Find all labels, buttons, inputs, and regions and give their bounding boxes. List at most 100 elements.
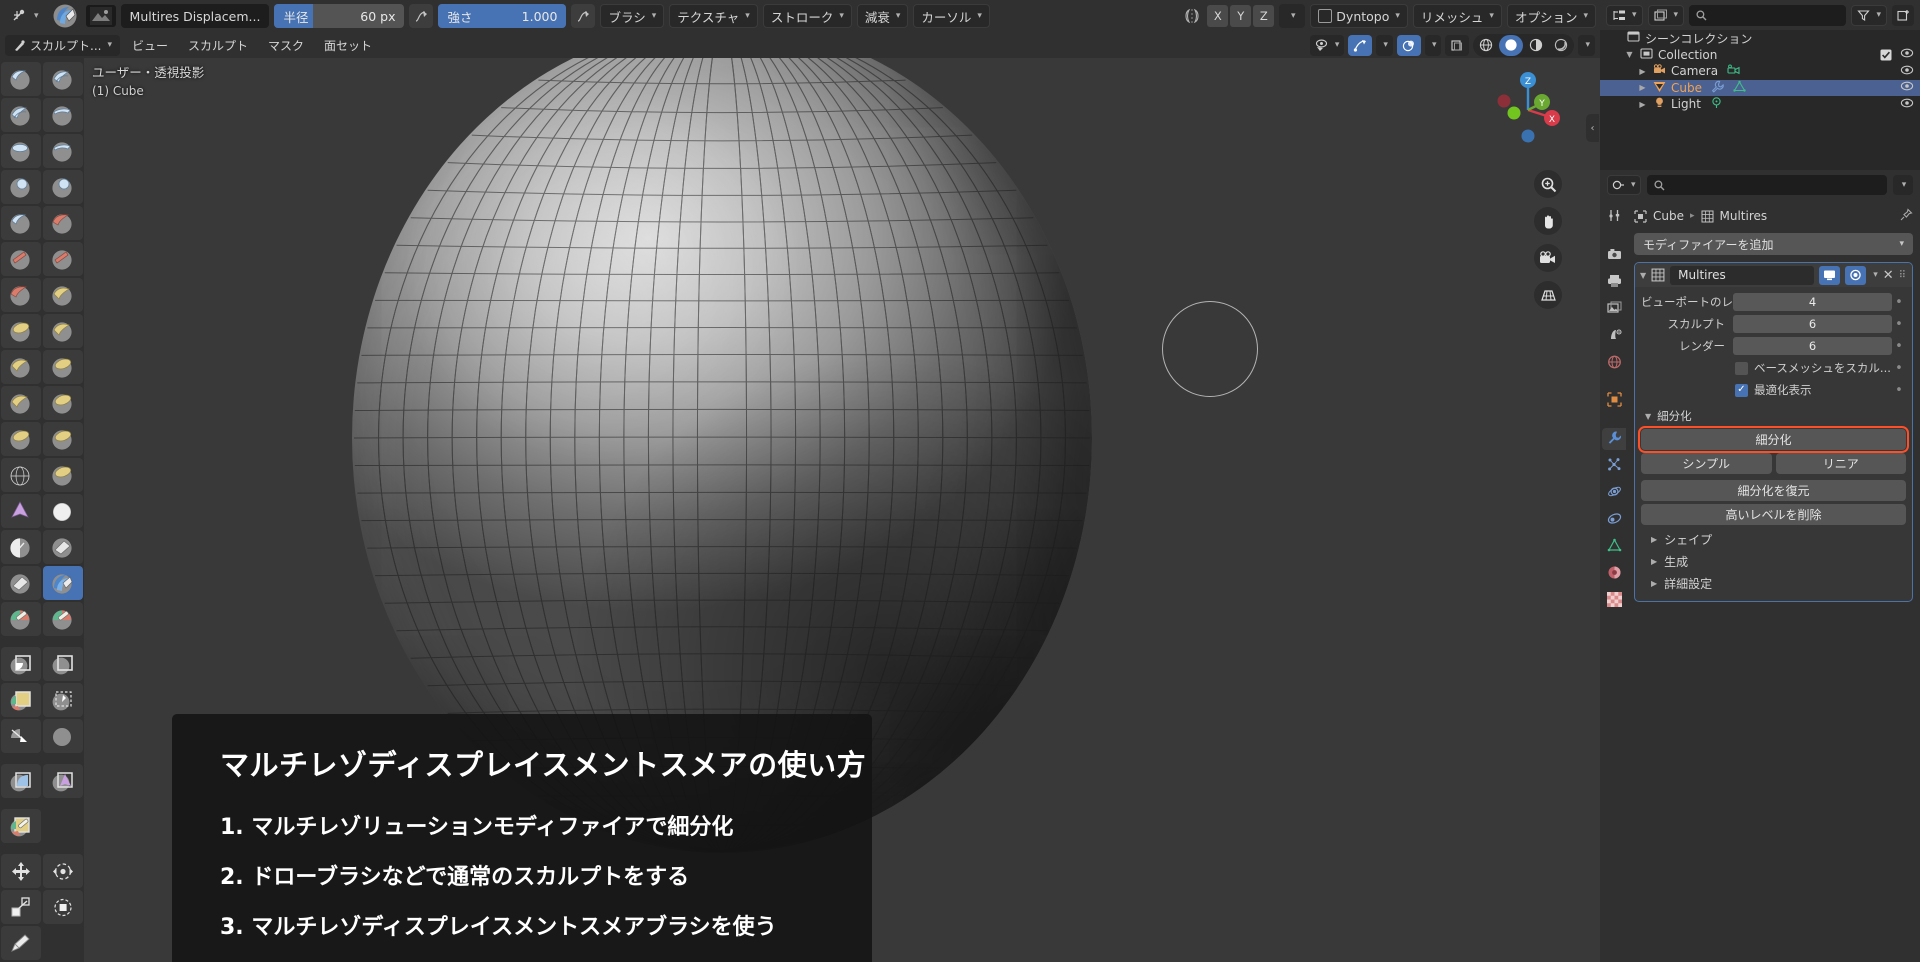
tool-clay-brush[interactable]	[1, 98, 41, 132]
advanced-section[interactable]: ▶ 詳細設定	[1641, 572, 1906, 594]
options-menu[interactable]: オプション ▾	[1506, 4, 1596, 28]
outliner-id-filter[interactable]: ▾	[1647, 4, 1685, 26]
world-tab[interactable]	[1602, 352, 1626, 374]
outliner-row-light[interactable]: ▶ Light	[1600, 96, 1920, 113]
shading-mode-group[interactable]	[1473, 33, 1575, 57]
mask-menu[interactable]: マスク	[260, 35, 312, 56]
strength-pressure-toggle[interactable]	[571, 4, 596, 28]
x-close-icon[interactable]: ✕	[1883, 268, 1894, 283]
output-tab[interactable]	[1602, 271, 1626, 293]
generate-section[interactable]: ▶ 生成	[1641, 550, 1906, 572]
material-tab[interactable]	[1602, 563, 1626, 585]
new-collection-button[interactable]	[1892, 4, 1914, 26]
properties-options-button[interactable]: ▾	[1893, 175, 1913, 195]
material-shading-button[interactable]	[1524, 35, 1548, 56]
scene-tab[interactable]	[1602, 325, 1626, 347]
tool-pose-brush[interactable]	[43, 386, 83, 420]
gizmo-toggle[interactable]	[1348, 34, 1373, 56]
animate-dot-icon[interactable]: •	[1892, 361, 1906, 376]
navigation-gizmo[interactable]: Z X Y	[1484, 66, 1572, 154]
particles-tab[interactable]	[1602, 455, 1626, 477]
editor-type-button[interactable]: ▾	[4, 4, 46, 28]
texture-preview[interactable]	[85, 5, 116, 27]
zoom-button[interactable]	[1534, 170, 1562, 198]
tool-mesh-filter-tool[interactable]	[1, 764, 41, 798]
rendered-shading-button[interactable]	[1549, 35, 1573, 56]
tool-smooth-brush[interactable]	[43, 206, 83, 240]
tool-cloth-brush[interactable]	[1, 494, 41, 528]
tool-fill-brush[interactable]	[43, 242, 83, 276]
radius-slider[interactable]: 半径 60 px	[274, 4, 405, 28]
gizmo-dropdown[interactable]: ▾	[1376, 34, 1393, 56]
outliner-filter-button[interactable]: ▾	[1851, 4, 1887, 26]
tool-draw-face-sets-brush[interactable]	[43, 530, 83, 564]
animate-dot-icon[interactable]: •	[1892, 317, 1906, 332]
outliner-row-collection[interactable]: ▼ Collection	[1600, 47, 1920, 64]
outliner-row-camera[interactable]: ▶ Camera	[1600, 63, 1920, 80]
symmetry-dropdown[interactable]: ▾	[1279, 4, 1306, 28]
mesh-data-icon[interactable]	[1733, 80, 1746, 96]
tool-blob-brush[interactable]	[43, 170, 83, 204]
visibility-toggle[interactable]	[1900, 64, 1914, 79]
view-menu[interactable]: ビュー	[124, 35, 176, 56]
tool-boundary-brush[interactable]	[43, 458, 83, 492]
ortho-toggle-button[interactable]	[1534, 281, 1562, 309]
stroke-menu[interactable]: ストローク ▾	[762, 4, 852, 28]
tool-scrape-brush[interactable]	[1, 278, 41, 312]
sculpt-menu[interactable]: スカルプト	[180, 35, 256, 56]
remesh-menu[interactable]: リメッシュ ▾	[1412, 4, 1502, 28]
tool-elastic-deform-brush[interactable]	[1, 350, 41, 384]
modifier-wrench-icon[interactable]	[1711, 80, 1724, 96]
gizmo-y-negative[interactable]	[1507, 106, 1521, 120]
symmetry-axis-x[interactable]: X	[1207, 5, 1229, 27]
subdivision-section-header[interactable]: ▼ 細分化	[1645, 406, 1906, 426]
tool-multires-displacement-smear[interactable]	[43, 566, 83, 600]
dyntopo-toggle[interactable]: Dyntopo ▾	[1310, 4, 1408, 28]
tool-box-mask-tool[interactable]	[1, 647, 41, 681]
tool-clay-thumb-brush[interactable]	[1, 134, 41, 168]
tool-box-trim-tool[interactable]	[1, 719, 41, 753]
tool-cloth-filter-tool[interactable]	[43, 764, 83, 798]
3d-viewport[interactable]: ユーザー・透視投影 (1) Cube Z X Y ‹ マルチレゾディスプレイスメ…	[84, 58, 1600, 962]
animate-dot-icon[interactable]: •	[1892, 383, 1906, 398]
properties-search-input[interactable]	[1646, 175, 1887, 195]
strength-slider[interactable]: 強さ 1.000	[438, 4, 567, 28]
outliner-row--[interactable]: シーンコレクション	[1600, 30, 1920, 47]
tool-smear-brush[interactable]	[43, 602, 83, 636]
rebuild-subdivisions-button[interactable]: 細分化を復元	[1641, 480, 1906, 501]
object-tab[interactable]	[1602, 390, 1626, 412]
mode-selector[interactable]: スカルプト... ▾	[5, 34, 120, 56]
pan-button[interactable]	[1534, 207, 1562, 235]
tool-transform-tool[interactable]	[43, 890, 83, 924]
tool-annotate-tool[interactable]	[1, 926, 41, 960]
modifier-extras-dropdown[interactable]: ▾	[1873, 270, 1878, 280]
xray-toggle[interactable]	[1445, 34, 1470, 56]
tool-mask-brush[interactable]	[1, 530, 41, 564]
brush-menu[interactable]: ブラシ ▾	[600, 4, 665, 28]
tool-box-hide-tool[interactable]	[1, 683, 41, 717]
tool-draw-sharp-brush[interactable]	[43, 62, 83, 96]
properties-tab-column[interactable]	[1600, 200, 1628, 962]
camera-data-icon[interactable]	[1727, 64, 1740, 79]
tool-draw-brush[interactable]	[1, 62, 41, 96]
delete-higher-button[interactable]: 高いレベルを削除	[1641, 504, 1906, 525]
brush-preview[interactable]	[51, 3, 81, 29]
tool-color-filter-tool[interactable]	[1, 809, 41, 843]
viewport-nav-tools[interactable]	[1534, 170, 1562, 309]
constraints-tab[interactable]	[1602, 509, 1626, 531]
tool-layer-brush[interactable]	[43, 134, 83, 168]
tool-tab[interactable]	[1602, 206, 1626, 228]
tool-pinch-brush[interactable]	[1, 314, 41, 348]
disclosure-triangle[interactable]: ▶	[1637, 67, 1648, 76]
tool-flatten-brush[interactable]	[1, 242, 41, 276]
tool-crease-brush[interactable]	[1, 206, 41, 240]
tool-move-tool[interactable]	[1, 854, 41, 888]
tool-simplify-brush[interactable]	[43, 494, 83, 528]
gizmo-z-negative[interactable]	[1521, 129, 1535, 143]
radius-pressure-toggle[interactable]	[409, 4, 434, 28]
modifier-checkbox[interactable]	[1735, 361, 1748, 375]
collection-checkbox-icon[interactable]	[1880, 49, 1892, 61]
tool-grab-brush[interactable]	[43, 314, 83, 348]
falloff-menu[interactable]: 減衰 ▾	[856, 4, 909, 28]
triangle-down-icon[interactable]: ▼	[1640, 271, 1646, 280]
